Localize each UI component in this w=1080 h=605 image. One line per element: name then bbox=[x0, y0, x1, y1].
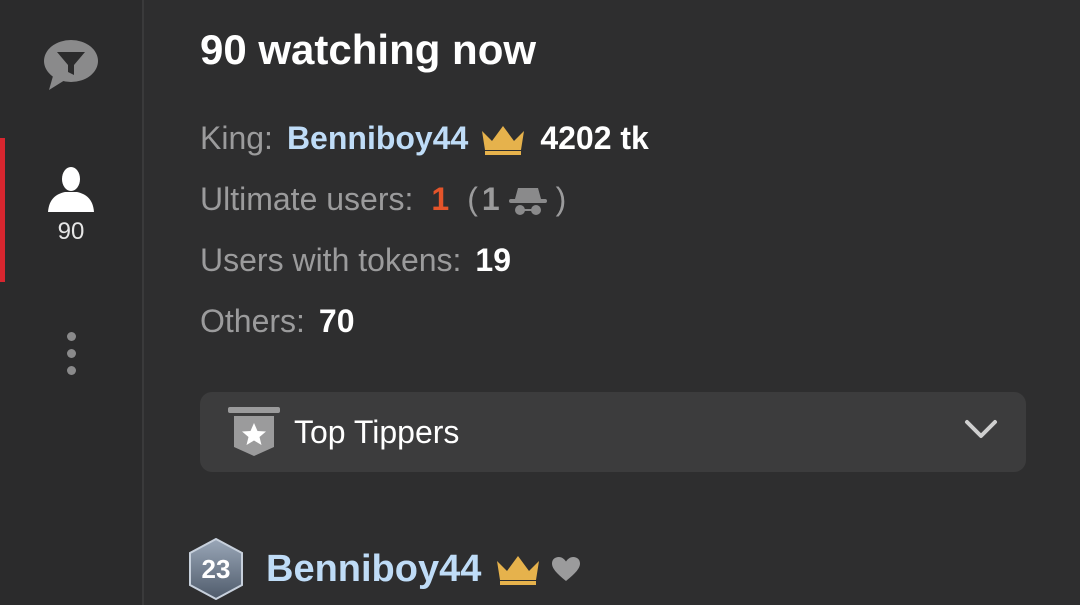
more-vertical-icon bbox=[66, 328, 76, 379]
chat-filter-icon bbox=[44, 40, 98, 90]
sidebar: 90 bbox=[0, 0, 144, 605]
anon-count: 1 bbox=[481, 181, 500, 217]
tokens-value: 19 bbox=[475, 242, 512, 278]
users-tab[interactable]: 90 bbox=[0, 138, 142, 282]
level-number: 23 bbox=[201, 553, 231, 584]
king-row: King: Benniboy44 4202 tk bbox=[200, 120, 649, 157]
list-item[interactable]: 23 Benniboy44 bbox=[188, 537, 581, 601]
ultimate-value: 1 bbox=[431, 181, 450, 217]
others-value: 70 bbox=[318, 303, 355, 339]
top-tippers-label: Top Tippers bbox=[294, 413, 460, 450]
ultimate-label: Ultimate users: bbox=[200, 181, 414, 217]
username[interactable]: Benniboy44 bbox=[266, 548, 481, 591]
king-tokens: 4202 tk bbox=[540, 120, 649, 156]
tokens-row: Users with tokens: 19 bbox=[200, 242, 511, 279]
viewer-count: 90 bbox=[57, 218, 85, 245]
crown-icon bbox=[497, 556, 540, 585]
king-username[interactable]: Benniboy44 bbox=[287, 120, 468, 157]
heart-icon[interactable] bbox=[551, 556, 581, 582]
star-badge-icon bbox=[228, 407, 280, 456]
crown-icon bbox=[482, 125, 525, 155]
viewers-panel: 90 watching now King: Benniboy44 4202 tk… bbox=[189, 0, 1026, 605]
user-icon bbox=[48, 167, 94, 212]
tokens-label: Users with tokens: bbox=[200, 242, 462, 278]
incognito-icon bbox=[508, 187, 547, 215]
chevron-down-icon bbox=[965, 420, 997, 438]
anon-open-paren: ( bbox=[467, 181, 478, 217]
more-options-button[interactable] bbox=[0, 328, 142, 378]
chat-filter-button[interactable] bbox=[0, 38, 142, 98]
top-tippers-dropdown[interactable]: Top Tippers bbox=[200, 392, 1026, 472]
ultimate-row: Ultimate users: 1 ( 1 ) bbox=[200, 181, 566, 218]
others-label: Others: bbox=[200, 303, 305, 339]
others-row: Others: 70 bbox=[200, 303, 355, 340]
page-title: 90 watching now bbox=[200, 26, 537, 73]
king-label: King: bbox=[200, 120, 273, 156]
active-indicator bbox=[0, 138, 5, 282]
anon-close-paren: ) bbox=[555, 181, 567, 217]
level-badge: 23 bbox=[188, 537, 244, 601]
